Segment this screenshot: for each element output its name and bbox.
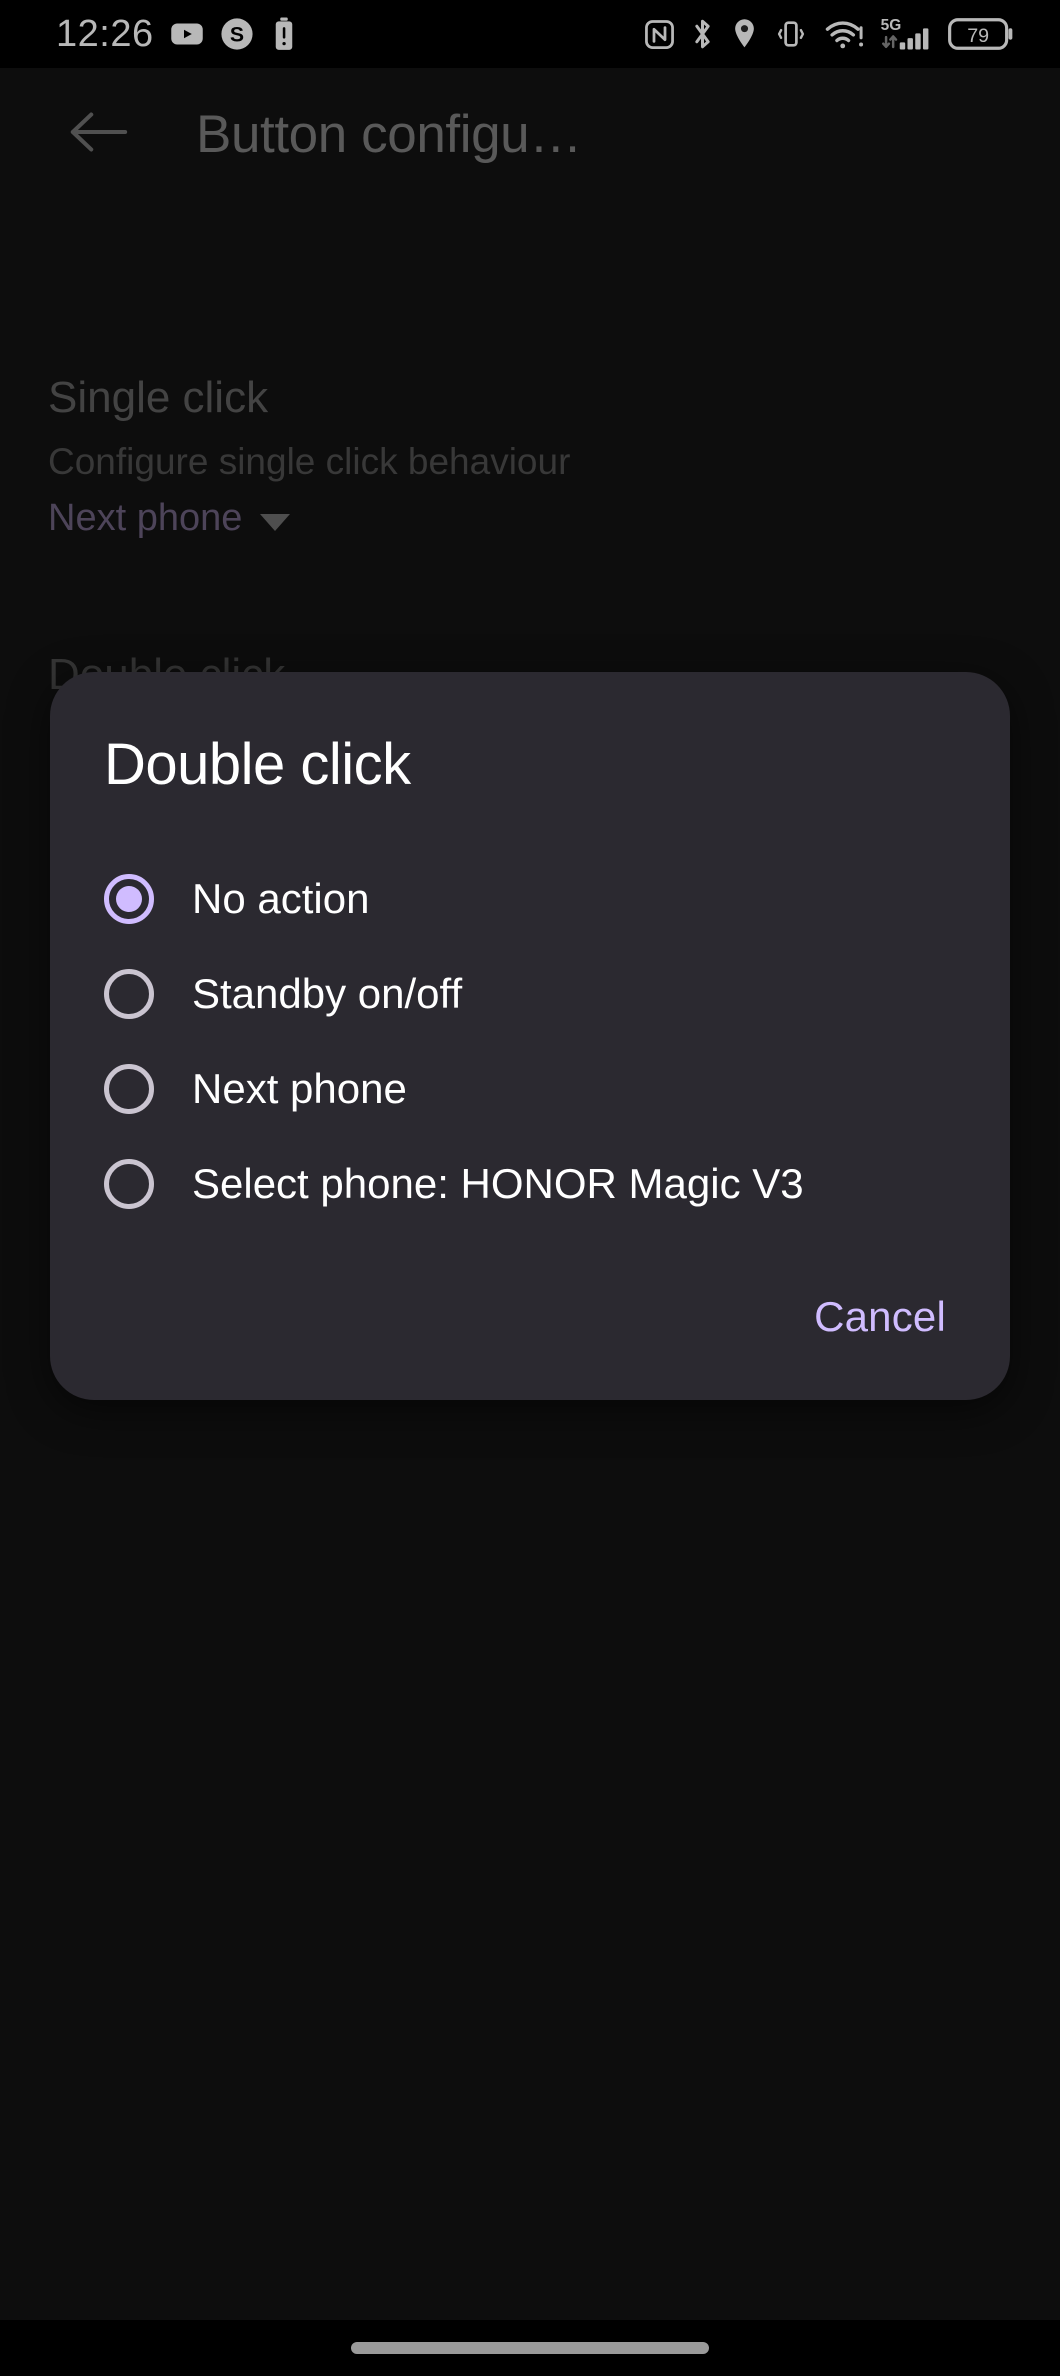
radio-option-select-phone[interactable]: Select phone: HONOR Magic V3 <box>50 1137 1010 1232</box>
radio-button-selected[interactable] <box>104 874 154 925</box>
radio-option-no-action[interactable]: No action <box>50 852 1010 947</box>
gesture-home-pill[interactable] <box>351 2342 709 2354</box>
preference-value-label: Next phone <box>48 497 243 540</box>
status-bar-right: 5G 79 <box>643 14 1016 54</box>
nfc-icon <box>643 18 676 51</box>
status-bar-left: 12:26 S <box>56 15 299 53</box>
status-clock: 12:26 <box>56 13 154 55</box>
skype-icon: S <box>220 17 254 51</box>
location-icon <box>729 17 760 51</box>
cancel-button[interactable]: Cancel <box>804 1288 956 1346</box>
dialog-actions: Cancel <box>50 1242 1010 1400</box>
status-bar: 12:26 S 5G 79 <box>0 0 1060 68</box>
radio-option-label: Select phone: HONOR Magic V3 <box>192 1160 804 1208</box>
back-arrow-icon <box>67 108 129 161</box>
radio-option-label: Next phone <box>192 1065 407 1113</box>
bluetooth-icon <box>687 17 718 51</box>
youtube-icon <box>169 16 205 52</box>
preference-summary: Configure single click behaviour <box>48 441 571 482</box>
wifi-alert-icon <box>822 17 868 51</box>
radio-group: No action Standby on/off Next phone Sele… <box>50 852 1010 1242</box>
svg-text:S: S <box>230 23 244 47</box>
phone-screen: 12:26 S 5G 79 Button configu… Single cli… <box>0 0 1060 2376</box>
battery-alert-icon <box>269 16 299 52</box>
back-button[interactable] <box>50 86 146 182</box>
svg-text:5G: 5G <box>881 17 902 34</box>
preference-single-click[interactable]: Single click Configure single click beha… <box>0 200 1060 543</box>
vibrate-icon <box>771 17 811 51</box>
radio-button[interactable] <box>104 969 154 1020</box>
radio-option-label: No action <box>192 875 370 923</box>
radio-option-standby-on-off[interactable]: Standby on/off <box>50 947 1010 1042</box>
radio-button[interactable] <box>104 1064 154 1115</box>
radio-option-next-phone[interactable]: Next phone <box>50 1042 1010 1137</box>
preference-value-dropdown[interactable]: Next phone <box>48 495 1060 543</box>
mobile-signal-icon: 5G <box>879 14 935 54</box>
preference-title: Single click <box>48 373 269 422</box>
dialog-title: Double click <box>104 732 411 797</box>
battery-percent-label: 79 <box>967 25 989 47</box>
radio-button[interactable] <box>104 1159 154 1210</box>
navigation-bar <box>0 2320 1060 2376</box>
chevron-down-icon <box>260 513 291 531</box>
double-click-dialog: Double click No action Standby on/off Ne… <box>50 672 1010 1400</box>
app-bar: Button configu… <box>0 68 1060 200</box>
battery-status-icon: 79 <box>946 15 1016 53</box>
page-title: Button configu… <box>196 104 582 164</box>
radio-option-label: Standby on/off <box>192 970 463 1018</box>
